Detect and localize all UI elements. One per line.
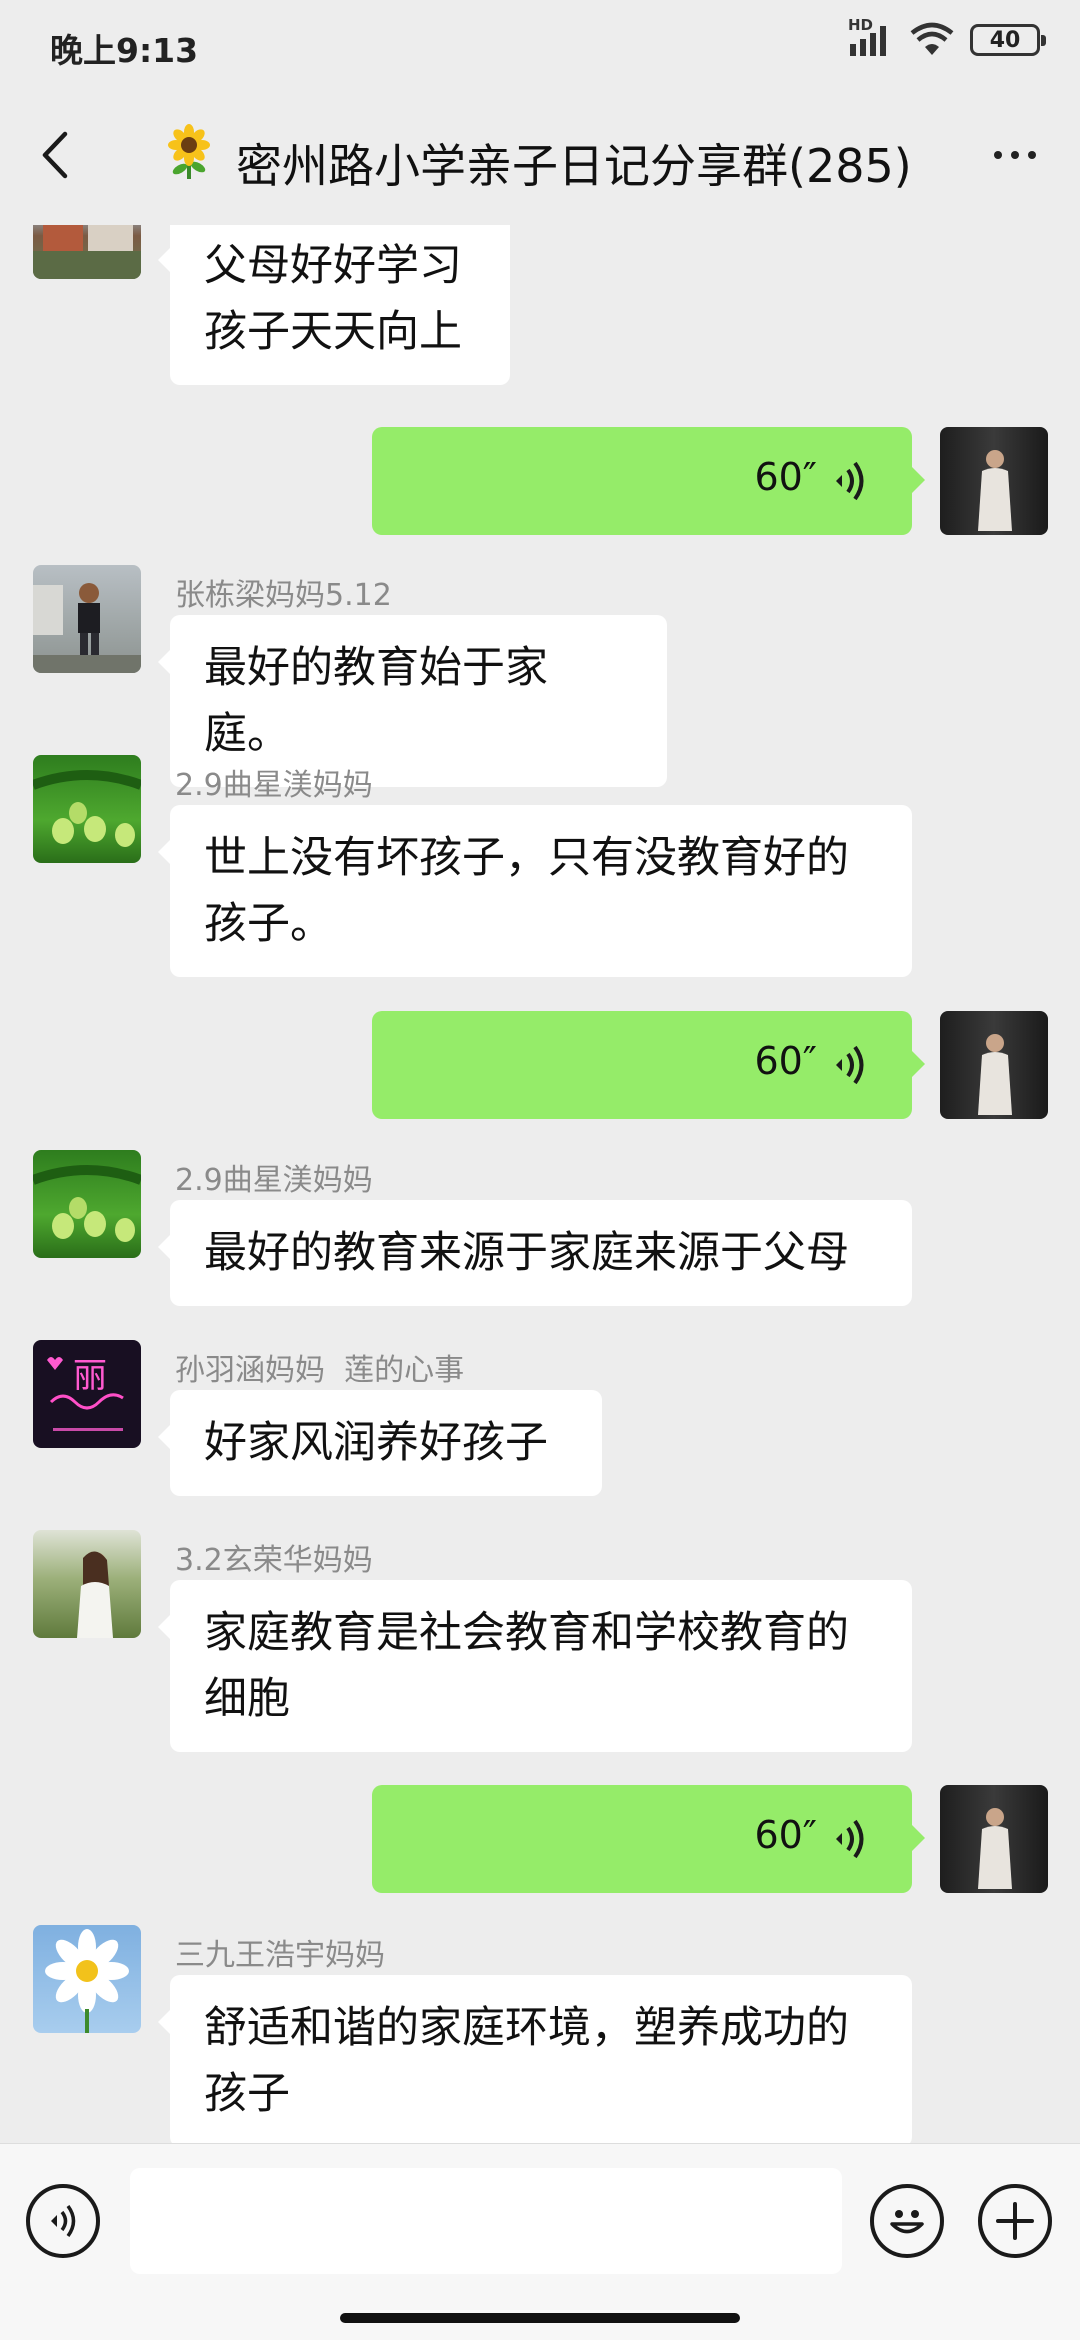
voice-mode-icon: [51, 2204, 76, 2238]
nav-bar: 密州路小学亲子日记分享群(285): [0, 90, 1080, 225]
back-button[interactable]: [20, 120, 90, 190]
sender-name: 三九王浩宇妈妈: [175, 1938, 385, 1973]
more-dot-icon: [1011, 151, 1019, 159]
green-berries-photo: [33, 1165, 141, 1242]
status-bar: 晚上9:13 HD 40: [0, 0, 1080, 90]
daisy-photo: [45, 1929, 129, 2033]
plus-icon: [996, 2202, 1034, 2240]
green-berries-photo: [33, 770, 141, 847]
home-indicator[interactable]: [340, 2313, 740, 2323]
back-arrow-icon: [42, 131, 68, 179]
sender-name: 孙羽涵妈妈 莲的心事: [175, 1353, 465, 1388]
input-bar: [0, 2143, 1080, 2340]
avatar[interactable]: [33, 1530, 141, 1638]
avatar[interactable]: 丽: [33, 1340, 141, 1448]
my-avatar[interactable]: [940, 1785, 1048, 1893]
neon-sign-photo: [47, 1357, 124, 1431]
emoji-icon: [890, 2210, 924, 2234]
voice-message-bubble[interactable]: 60″: [372, 427, 925, 535]
voice-message-bubble[interactable]: 60″: [372, 1011, 925, 1119]
battery-icon: 40: [970, 24, 1046, 56]
status-time: 晚上9:13: [50, 31, 199, 70]
message-bubble[interactable]: 舒适和谐的家庭环境，塑养成功的 孩子: [158, 1975, 912, 2143]
person-standing-photo: [978, 1808, 1012, 1889]
message-bubble[interactable]: 好家风润养好孩子: [158, 1390, 602, 1496]
child-photo: [33, 583, 141, 673]
woman-outdoor-photo: [77, 1551, 113, 1638]
more-dot-icon: [994, 151, 1002, 159]
sender-name: 3.2玄荣华妈妈: [175, 1543, 373, 1578]
wifi-icon: [910, 22, 954, 58]
voice-wave-icon: [836, 461, 864, 501]
voice-wave-icon: [836, 1819, 864, 1859]
message-bubble[interactable]: 家庭教育是社会教育和学校教育的 细胞: [158, 1580, 912, 1752]
sender-name: 2.9曲星渼妈妈: [175, 1163, 373, 1198]
emoji-button[interactable]: [870, 2184, 944, 2258]
sender-name: 2.9曲星渼妈妈: [175, 768, 373, 803]
avatar[interactable]: [33, 225, 141, 279]
my-avatar[interactable]: [940, 1011, 1048, 1119]
more-options-button[interactable]: [980, 120, 1050, 190]
avatar[interactable]: [33, 755, 141, 863]
signal-icon: HD: [848, 16, 894, 58]
message-bubble[interactable]: 父母好好学习 孩子天天向上: [158, 225, 510, 385]
building-photo: [33, 225, 141, 279]
chat-messages[interactable]: 父母好好学习 孩子天天向上 60″ 张栋梁妈妈5.12 最好的教育始于家庭。 2…: [0, 225, 1080, 2143]
person-standing-photo: [978, 1034, 1012, 1115]
person-standing-photo: [978, 450, 1012, 531]
chat-title: 密州路小学亲子日记分享群(285): [236, 139, 912, 193]
voice-wave-icon: [836, 1045, 864, 1085]
my-avatar[interactable]: [940, 427, 1048, 535]
status-icons: HD 40: [848, 16, 1046, 58]
voice-mode-button[interactable]: [26, 2184, 100, 2258]
voice-duration: 60″: [754, 1813, 817, 1857]
voice-duration: 60″: [754, 1039, 817, 1083]
sunflower-icon: [168, 124, 210, 179]
avatar[interactable]: [33, 1150, 141, 1258]
message-input[interactable]: [130, 2168, 842, 2274]
avatar[interactable]: [33, 1925, 141, 2033]
voice-duration: 60″: [754, 455, 817, 499]
message-bubble[interactable]: 最好的教育来源于家庭来源于父母: [158, 1200, 912, 1306]
message-bubble[interactable]: 世上没有坏孩子，只有没教育好的 孩子。: [158, 805, 912, 977]
avatar[interactable]: [33, 565, 141, 673]
voice-message-bubble[interactable]: 60″: [372, 1785, 925, 1893]
more-dot-icon: [1028, 151, 1036, 159]
plus-button[interactable]: [978, 2184, 1052, 2258]
sender-name: 张栋梁妈妈5.12: [175, 578, 392, 613]
